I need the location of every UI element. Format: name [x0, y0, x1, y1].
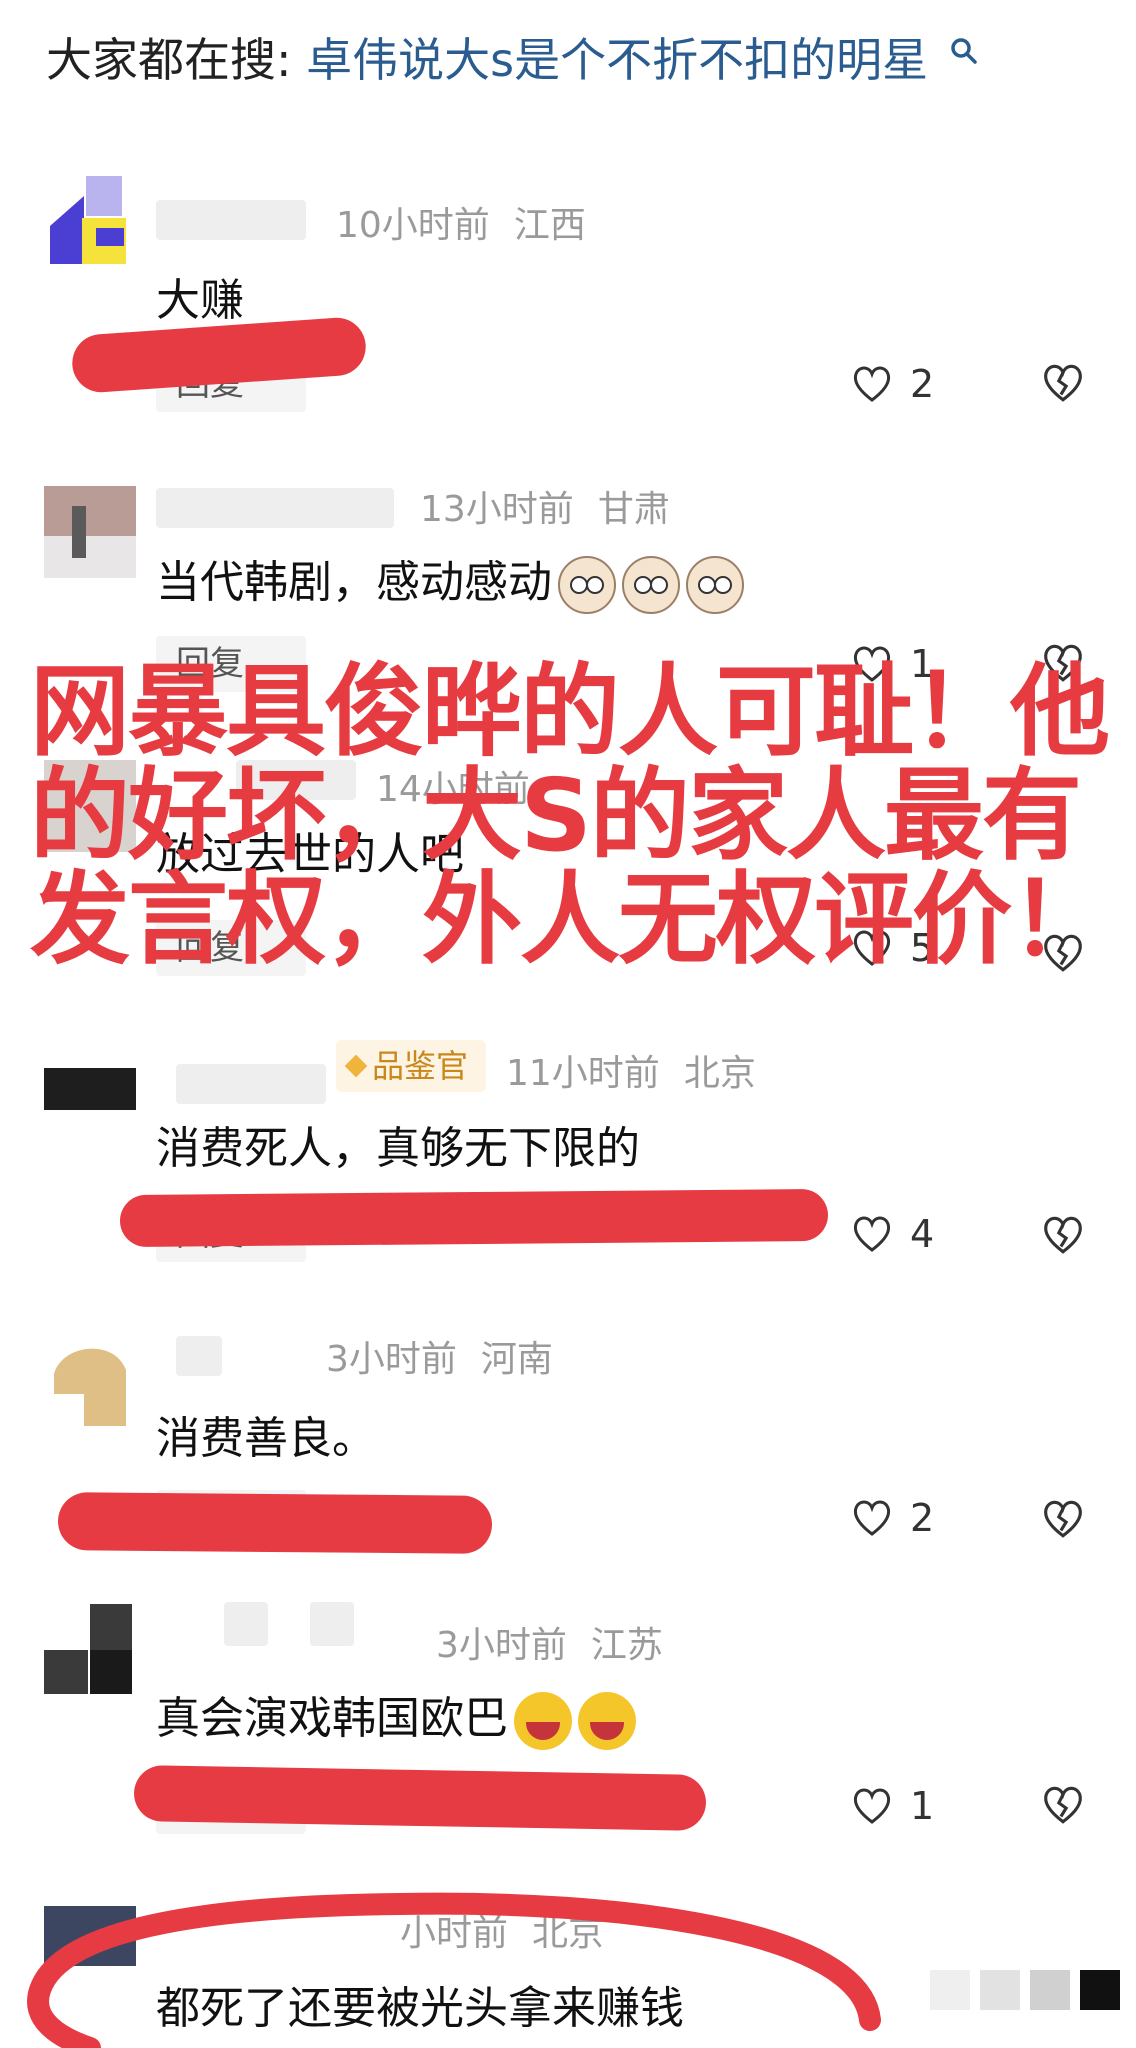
laugh-cry-emoji-icon — [578, 1692, 636, 1750]
heart-icon — [853, 1500, 891, 1536]
comment-time: 11小时前 — [506, 1053, 660, 1094]
broken-heart-icon[interactable] — [1040, 1496, 1086, 1542]
like-count: 1 — [910, 1784, 935, 1828]
like-count: 2 — [910, 1496, 935, 1540]
comment-meta: 11小时前 北京 — [506, 1044, 780, 1096]
username-blurred[interactable] — [176, 1336, 222, 1376]
overlay-line: 网暴具俊晔的人可耻！他 — [30, 653, 1110, 770]
comment-text: 消费善良。 — [156, 1413, 376, 1464]
comment-meta: 13小时前 甘肃 — [420, 480, 694, 532]
dog-emoji-icon — [686, 556, 744, 614]
search-prefix: 大家都在搜: — [46, 33, 292, 87]
overlay-line: 发言权，外人无权评价！ — [30, 861, 1110, 978]
comment-time: 3小时前 — [436, 1625, 567, 1666]
heart-icon — [853, 366, 891, 402]
dog-emoji-icon — [558, 556, 616, 614]
red-circle-annotation — [27, 1892, 881, 2048]
username-blurred[interactable] — [156, 488, 394, 528]
comment-text: 消费死人，真够无下限的 — [156, 1123, 640, 1174]
search-bar[interactable]: 大家都在搜: 卓伟说大s是个不折不扣的明星 — [46, 28, 979, 92]
dog-emoji-icon — [622, 556, 680, 614]
avatar[interactable] — [44, 176, 136, 268]
red-marker-stroke — [133, 1765, 707, 1831]
comment-text-content: 当代韩剧，感动感动 — [156, 557, 552, 608]
avatar[interactable] — [44, 486, 136, 578]
comment-time: 10小时前 — [336, 205, 490, 246]
username-blurred[interactable] — [156, 200, 306, 240]
search-query-link[interactable]: 卓伟说大s是个不折不扣的明星 — [306, 33, 928, 87]
comment-time: 3小时前 — [326, 1339, 457, 1380]
comment-meta: 3小时前 江苏 — [436, 1616, 687, 1668]
avatar[interactable] — [44, 1334, 136, 1426]
comment-meta: 10小时前 江西 — [336, 196, 610, 248]
laugh-cry-emoji-icon — [514, 1692, 572, 1750]
badge: 品鉴官 — [336, 1040, 487, 1092]
comment-text: 真会演戏韩国欧巴 — [156, 1682, 636, 1750]
broken-heart-icon[interactable] — [1040, 1782, 1086, 1828]
red-marker-stroke — [70, 315, 368, 395]
broken-heart-icon[interactable] — [1040, 1212, 1086, 1258]
comment-location: 江苏 — [590, 1625, 663, 1666]
comment-location: 河南 — [480, 1339, 553, 1380]
like-button[interactable]: 4 — [850, 1206, 934, 1262]
like-button[interactable]: 2 — [850, 1490, 934, 1546]
heart-icon — [853, 1216, 891, 1252]
overlay-line: 的好坏，大S的家人最有 — [30, 757, 1082, 874]
comment-time: 13小时前 — [420, 489, 574, 530]
overlay-caption: 网暴具俊晔的人可耻！他 的好坏，大S的家人最有 发言权，外人无权评价！ — [30, 660, 1120, 972]
comment-location: 北京 — [683, 1053, 756, 1094]
like-count: 2 — [910, 362, 935, 406]
heart-icon — [853, 1788, 891, 1824]
comment-location: 甘肃 — [597, 489, 670, 530]
comment-location: 江西 — [513, 205, 586, 246]
like-count: 4 — [910, 1212, 935, 1256]
like-button[interactable]: 1 — [850, 1778, 934, 1834]
comment-text: 当代韩剧，感动感动 — [156, 546, 744, 614]
red-marker-stroke — [57, 1492, 493, 1554]
broken-heart-icon[interactable] — [1040, 360, 1086, 406]
avatar[interactable] — [44, 1604, 136, 1696]
comment-text: 大赚 — [156, 275, 244, 326]
username-blurred[interactable] — [310, 1602, 354, 1646]
comment-text-content: 真会演戏韩国欧巴 — [156, 1693, 508, 1744]
comment-meta: 3小时前 河南 — [326, 1330, 577, 1382]
username-blurred[interactable] — [224, 1602, 268, 1646]
search-icon[interactable] — [949, 36, 979, 66]
red-marker-stroke — [119, 1188, 829, 1248]
like-button[interactable]: 2 — [850, 356, 934, 412]
username-blurred[interactable] — [176, 1064, 326, 1104]
blurred-watermark — [930, 1962, 1120, 2014]
avatar[interactable] — [44, 1068, 136, 1124]
